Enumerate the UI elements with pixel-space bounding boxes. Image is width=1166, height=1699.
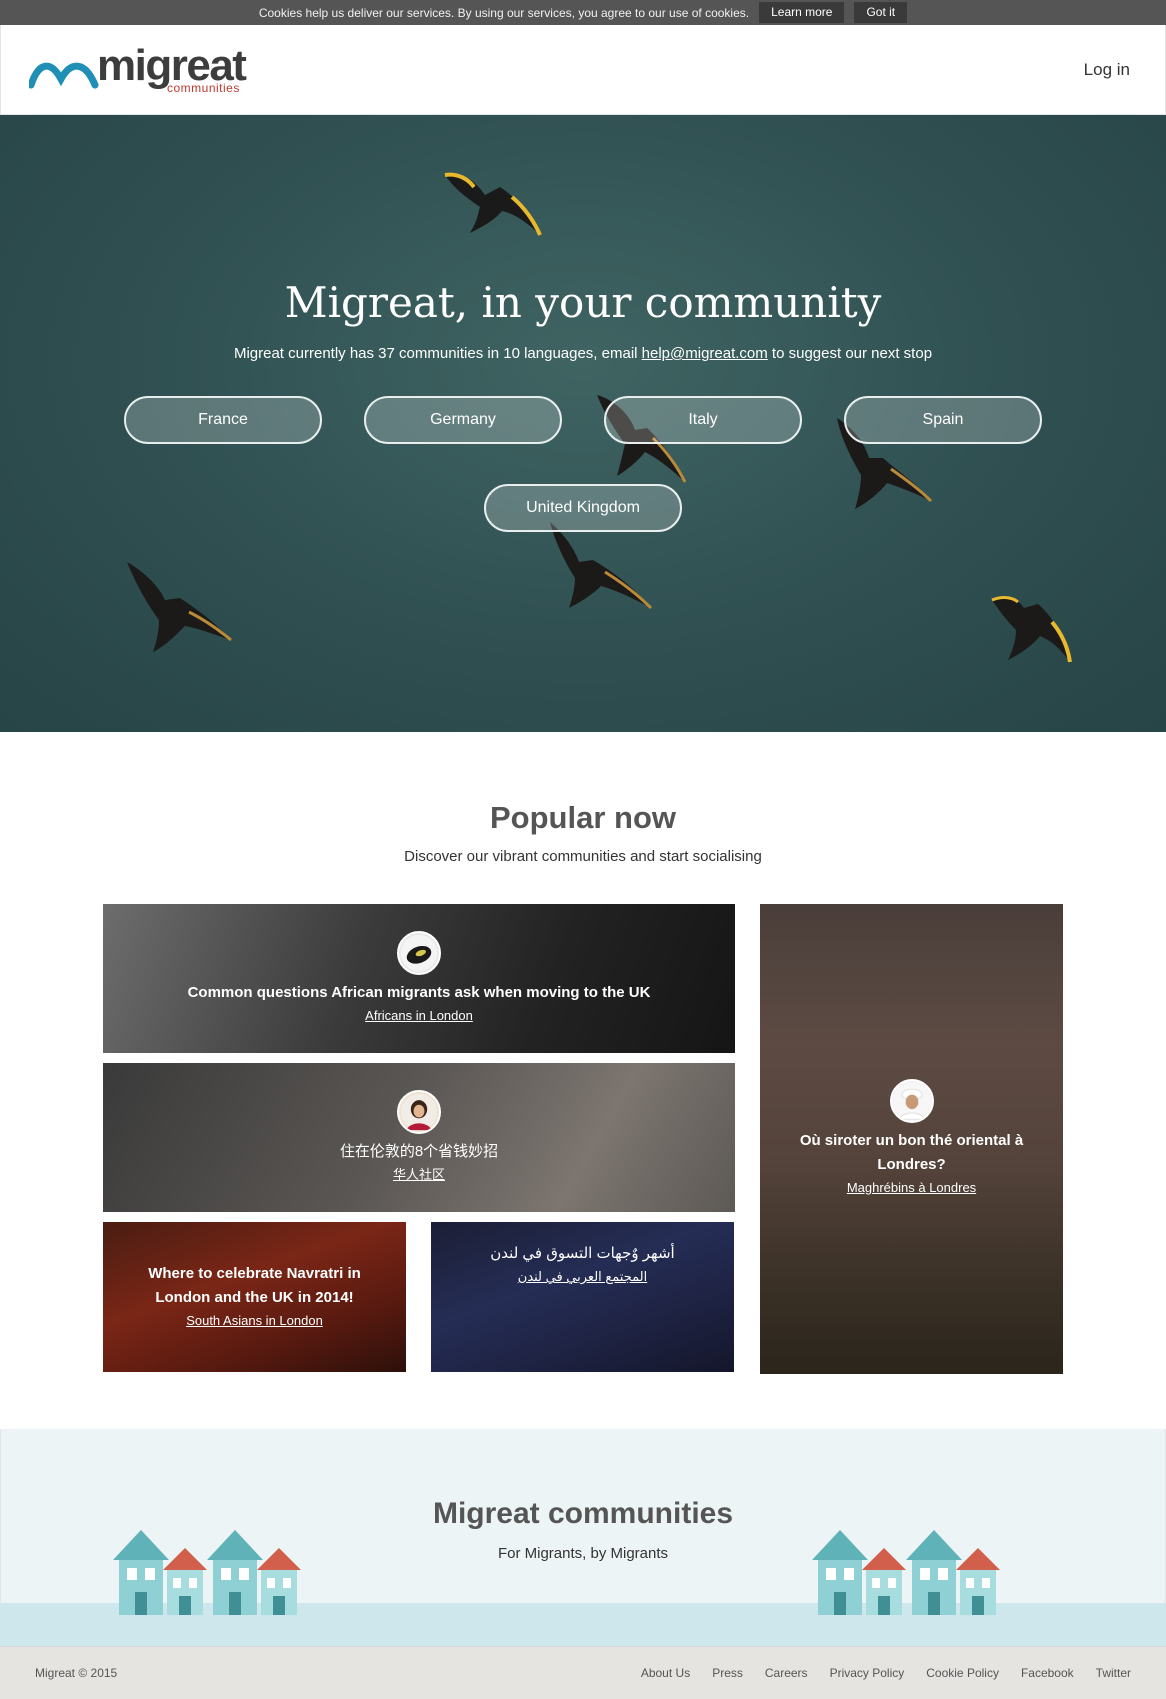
footer-link-careers[interactable]: Careers (765, 1666, 808, 1680)
hero-subtitle-text: Migreat currently has 37 communities in … (233, 345, 642, 362)
community-link[interactable]: Maghrébins à Londres (847, 1177, 976, 1199)
footer-links: About Us Press Careers Privacy Policy Co… (641, 1666, 1131, 1680)
bird-icon (550, 522, 653, 610)
community-link[interactable]: 华人社区 (393, 1164, 445, 1186)
country-button-italy[interactable]: Italy (604, 396, 802, 444)
page: Cookies help us deliver our services. By… (0, 0, 1166, 1699)
footer-link-about-us[interactable]: About Us (641, 1666, 690, 1680)
cookie-message: Cookies help us deliver our services. By… (258, 5, 750, 20)
author-avatar (397, 1089, 441, 1134)
copyright: Migreat © 2015 (35, 1666, 118, 1680)
article-card[interactable]: أشهر وٌجهات التسوق في لندن المجتمع العرب… (431, 1222, 734, 1372)
article-title: Where to celebrate Navratri in London an… (148, 1265, 361, 1306)
footer-link-privacy-policy[interactable]: Privacy Policy (830, 1666, 905, 1680)
footer-link-twitter[interactable]: Twitter (1096, 1666, 1131, 1680)
hero-title: Migreat, in your community (284, 278, 882, 327)
community-link[interactable]: South Asians in London (186, 1310, 323, 1332)
houses-illustration-icon (812, 1530, 1000, 1615)
article-title: 住在伦敦的8个省钱妙招 (339, 1142, 499, 1160)
footer-link-cookie-policy[interactable]: Cookie Policy (926, 1666, 999, 1680)
community-link[interactable]: المجتمع العربي في لندن (518, 1266, 647, 1288)
site-header: migreat communities Log in (0, 25, 1166, 115)
popular-title: Popular now (490, 800, 676, 835)
hero-subtitle-end: to suggest our next stop (767, 345, 933, 362)
article-title: Où siroter un bon thé oriental à Londres… (799, 1132, 1024, 1173)
houses-illustration-icon (113, 1530, 301, 1615)
got-it-button[interactable]: Got it (854, 2, 908, 23)
author-avatar (889, 1079, 934, 1123)
article-title: Common questions African migrants ask wh… (187, 983, 651, 1001)
login-link[interactable]: Log in (1084, 60, 1130, 80)
popular-subtitle: Discover our vibrant communities and sta… (404, 848, 762, 865)
country-button-spain[interactable]: Spain (844, 396, 1042, 444)
article-card[interactable]: 住在伦敦的8个省钱妙招 华人社区 (103, 1063, 735, 1212)
country-button-germany[interactable]: Germany (364, 396, 562, 444)
article-card[interactable]: Common questions African migrants ask wh… (103, 904, 735, 1053)
hero-subtitle: Migreat currently has 37 communities in … (0, 345, 1166, 362)
country-button-france[interactable]: France (124, 396, 322, 444)
article-card[interactable]: Where to celebrate Navratri in London an… (103, 1222, 406, 1372)
site-footer: Migreat © 2015 About Us Press Careers Pr… (0, 1646, 1166, 1699)
footer-link-facebook[interactable]: Facebook (1021, 1666, 1074, 1680)
communities-title: Migreat communities (432, 1497, 734, 1530)
bird-icon (444, 172, 542, 236)
logo-subtitle: communities (167, 81, 240, 95)
footer-link-press[interactable]: Press (712, 1666, 743, 1680)
article-title: أشهر وٌجهات التسوق في لندن (490, 1245, 675, 1262)
learn-more-button[interactable]: Learn more (759, 2, 845, 23)
author-avatar (397, 930, 441, 975)
migreat-logo[interactable]: migreat communities (29, 41, 249, 97)
article-card[interactable]: Où siroter un bon thé oriental à Londres… (760, 904, 1063, 1374)
email-link[interactable]: help@migreat.com (642, 345, 768, 362)
hero-banner: Migreat, in your community Migreat curre… (0, 115, 1166, 732)
logo-wave-icon (29, 62, 99, 89)
bird-icon (991, 596, 1072, 663)
bird-icon (127, 562, 232, 652)
cookie-bar: Cookies help us deliver our services. By… (0, 0, 1166, 25)
country-button-united-kingdom[interactable]: United Kingdom (484, 484, 682, 532)
community-link[interactable]: Africans in London (365, 1005, 473, 1027)
